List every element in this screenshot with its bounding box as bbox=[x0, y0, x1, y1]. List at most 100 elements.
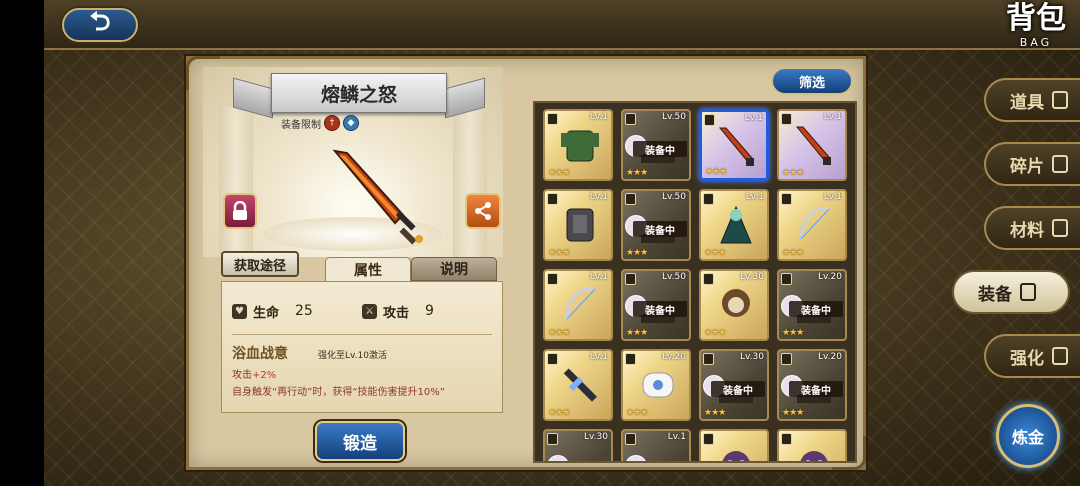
acquire-route-button[interactable]: 获取途径 bbox=[221, 251, 299, 277]
inventory-slot[interactable]: Lv.30装备中★★★ bbox=[699, 349, 769, 421]
rarity-stars: ★★★ bbox=[548, 248, 570, 258]
main-panel: 熔鳞之怒 装备限制 † ◆ 获取途径 属性 说明 ♥ 生命 25 ⚔ 攻击 9 … bbox=[186, 56, 866, 470]
alchemy-button[interactable]: 炼金 bbox=[996, 404, 1060, 468]
rarity-stars: ★★★ bbox=[782, 168, 804, 178]
stat-label: 生命 bbox=[253, 305, 280, 321]
inventory-slot[interactable]: Lv.30装备中★★★ bbox=[543, 429, 613, 461]
slot-level: Lv.30 bbox=[584, 432, 608, 442]
pillar-decoration bbox=[453, 107, 487, 257]
inventory-slot[interactable]: Lv.30 ★★★ bbox=[699, 269, 769, 341]
stat-value: 25 bbox=[295, 303, 313, 319]
equipment-restriction: 装备限制 † ◆ bbox=[281, 115, 359, 131]
inventory-slot[interactable]: Lv.1 ★★★ bbox=[699, 189, 769, 261]
slot-level: Lv.1 bbox=[589, 192, 608, 202]
lock-icon bbox=[781, 113, 792, 125]
rarity-stars: ★★★ bbox=[548, 328, 570, 338]
inventory-slot[interactable]: Lv.1 ★★★ bbox=[543, 269, 613, 341]
forge-button[interactable]: 锻造 bbox=[315, 421, 405, 461]
stat-row: ♥ 生命 25 ⚔ 攻击 9 bbox=[232, 294, 492, 328]
slot-level: Lv.1 bbox=[744, 113, 763, 123]
inventory-slot[interactable]: Lv.1 ★★★ bbox=[543, 189, 613, 261]
inventory-slot[interactable]: Lv.1装备中★★★ bbox=[621, 429, 691, 463]
inventory-slot[interactable]: Lv.20 装备中 ★★★ bbox=[777, 269, 847, 341]
item-art-gun bbox=[563, 368, 597, 402]
lock-icon bbox=[703, 193, 714, 205]
divider bbox=[232, 334, 492, 335]
heart-icon: ♥ bbox=[232, 303, 247, 319]
tab-description[interactable]: 说明 bbox=[411, 257, 497, 281]
lock-icon bbox=[781, 193, 792, 205]
inventory-slot[interactable]: Lv.50 装备中 ★★★ bbox=[621, 109, 691, 181]
skill-name: 浴血战意 bbox=[232, 346, 288, 362]
lock-icon bbox=[547, 113, 558, 125]
slot-level: Lv.1 bbox=[589, 352, 608, 362]
sword-icon: ⚔ bbox=[362, 303, 377, 319]
enhance-icon bbox=[1052, 347, 1068, 365]
left-black-strip bbox=[0, 0, 44, 486]
item-art-mask bbox=[722, 451, 750, 461]
class-knight-icon: ◆ bbox=[343, 115, 359, 131]
back-button[interactable]: ⮌ bbox=[62, 7, 138, 42]
slot-level: Lv.1 bbox=[745, 192, 764, 202]
slot-level: Lv.1 bbox=[589, 272, 608, 282]
page-title-cn: 背包 bbox=[1006, 1, 1066, 36]
item-art-mask bbox=[800, 451, 828, 461]
equipped-badge: 装备中 bbox=[633, 461, 687, 463]
item-art-hat bbox=[642, 372, 674, 398]
page-title: 背包 BAG bbox=[1006, 1, 1066, 50]
equipment-icon bbox=[1020, 283, 1036, 301]
slot-level: Lv.30 bbox=[740, 272, 764, 282]
item-art-armor-grey bbox=[566, 208, 594, 242]
side-tab-0[interactable]: 道具 bbox=[984, 78, 1080, 122]
slot-level: Lv.30 bbox=[740, 352, 764, 362]
inventory-slot[interactable]: Lv.1 ★★★ bbox=[543, 349, 613, 421]
lock-icon bbox=[547, 353, 558, 365]
lock-icon bbox=[703, 433, 714, 445]
lock-icon bbox=[625, 433, 636, 445]
side-tab-3[interactable]: 装备 bbox=[952, 270, 1070, 314]
class-warrior-icon: † bbox=[324, 115, 340, 131]
skill-effect-1: 攻击+2% bbox=[232, 366, 492, 381]
side-tab-label: 强化 bbox=[1010, 348, 1044, 369]
filter-button[interactable]: 筛选 bbox=[771, 67, 853, 95]
inventory-slot[interactable] bbox=[777, 429, 847, 461]
rarity-stars: ★★★ bbox=[626, 408, 648, 418]
lock-button[interactable] bbox=[223, 193, 257, 229]
inventory-slot[interactable]: Lv.20 ★★★ bbox=[621, 349, 691, 421]
slot-level: Lv.1 bbox=[667, 432, 686, 442]
inventory-slot[interactable]: Lv.50 装备中 ★★★ bbox=[621, 189, 691, 261]
rarity-stars: ★★★ bbox=[782, 408, 804, 418]
stat-value: 9 bbox=[425, 303, 434, 319]
inventory-slot[interactable]: Lv.1 ★★★ bbox=[777, 109, 847, 181]
inventory-slot[interactable]: Lv.50 装备中 ★★★ bbox=[621, 269, 691, 341]
item-name-banner: 熔鳞之怒 bbox=[271, 73, 447, 113]
lock-icon bbox=[781, 353, 792, 365]
share-button[interactable] bbox=[465, 193, 501, 229]
top-bar bbox=[44, 0, 1080, 50]
slot-level: Lv.1 bbox=[589, 112, 608, 122]
lock-icon bbox=[233, 201, 247, 220]
side-tab-label: 装备 bbox=[978, 284, 1012, 305]
lock-icon bbox=[547, 193, 558, 205]
inventory-slot[interactable]: Lv.20 装备中 ★★★ bbox=[777, 349, 847, 421]
slot-level: Lv.1 bbox=[823, 112, 842, 122]
inventory-slot[interactable] bbox=[699, 429, 769, 461]
inventory-grid-area[interactable]: Lv.1 ★★★ Lv.50 装备中 ★★★ Lv.1 ★★★ Lv.1 ★★★ Lv.1 ★★★ L… bbox=[533, 101, 857, 463]
rarity-stars: ★★★ bbox=[704, 248, 726, 258]
lock-icon bbox=[781, 433, 792, 445]
tab-attributes[interactable]: 属性 bbox=[325, 257, 411, 281]
side-tab-2[interactable]: 材料 bbox=[984, 206, 1080, 250]
lock-icon bbox=[704, 114, 715, 126]
slot-level: Lv.20 bbox=[662, 352, 686, 362]
lock-icon bbox=[625, 193, 636, 205]
inventory-slot[interactable]: Lv.1 ★★★ bbox=[777, 189, 847, 261]
item-name: 熔鳞之怒 bbox=[320, 83, 397, 106]
inventory-slot[interactable]: Lv.1 ★★★ bbox=[699, 109, 769, 181]
item-art-armor-green bbox=[561, 130, 599, 162]
equipped-badge: 装备中 bbox=[633, 301, 687, 317]
side-tab-4[interactable]: 强化 bbox=[984, 334, 1080, 378]
side-tab-1[interactable]: 碎片 bbox=[984, 142, 1080, 186]
slot-level: Lv.50 bbox=[662, 112, 686, 122]
skill-effect-2: 自身触发“再行动”时，获得“技能伤害提升10%” bbox=[232, 387, 445, 398]
inventory-slot[interactable]: Lv.1 ★★★ bbox=[543, 109, 613, 181]
